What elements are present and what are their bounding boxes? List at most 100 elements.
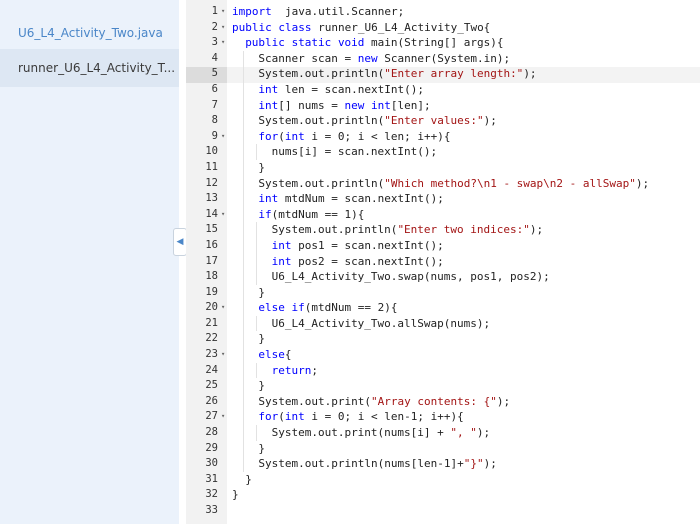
- line-number: 24: [205, 363, 218, 376]
- code-line[interactable]: 18 U6_L4_Activity_Two.swap(nums, pos1, po…: [186, 269, 700, 285]
- code-line[interactable]: 30 System.out.println(nums[len-1]+"}");: [186, 456, 700, 472]
- keyword-token: int: [258, 82, 279, 96]
- code-line[interactable]: 16 int pos1 = scan.nextInt();: [186, 237, 700, 254]
- line-number: 22: [205, 332, 218, 345]
- line-number: 5: [211, 67, 218, 80]
- file-tab-activity-two[interactable]: U6_L4_Activity_Two.java: [0, 14, 179, 52]
- indent-guide: [243, 253, 245, 270]
- line-number: 12: [205, 176, 218, 189]
- keyword-token: else: [258, 348, 285, 362]
- indent-guide: [243, 81, 245, 98]
- indent-guide: [243, 269, 245, 285]
- code-token: (: [278, 129, 285, 143]
- code-line[interactable]: 27 ▾ for(int i = 0; i < len-1; i++){: [186, 409, 700, 426]
- code-token: System.out.println(: [258, 114, 385, 128]
- code-token: Scanner(System.in);: [377, 51, 511, 65]
- fold-toggle-icon[interactable]: ▾: [221, 300, 229, 316]
- code-token: pos2 = scan.nextInt();: [291, 254, 444, 268]
- code-line[interactable]: 3 ▾ public static void main(String[] args)…: [186, 35, 700, 51]
- keyword-token: return: [271, 363, 312, 377]
- code-line[interactable]: 21 U6_L4_Activity_Two.allSwap(nums);: [186, 315, 700, 332]
- code-line[interactable]: 5 System.out.println("Enter array length:…: [186, 66, 700, 82]
- fold-toggle-icon[interactable]: ▾: [221, 129, 229, 145]
- code-text: System.out.println("Enter two indices:")…: [272, 222, 544, 238]
- code-line[interactable]: 6 int len = scan.nextInt();: [186, 81, 700, 98]
- code-lines[interactable]: 1 ▾ import java.util.Scanner; 2 ▾ public clas…: [186, 4, 700, 519]
- line-number: 9: [211, 129, 218, 142]
- code-line[interactable]: 33: [186, 503, 700, 519]
- code-line[interactable]: 12 System.out.println("Which method?\n1 -…: [186, 175, 700, 192]
- indent-guide: [243, 378, 245, 394]
- code-line[interactable]: 2 ▾ public class runner_U6_L4_Activity_Two…: [186, 20, 700, 36]
- code-token: i = 0; i < len; i++){: [304, 129, 451, 143]
- keyword-token: if: [258, 207, 272, 221]
- code-line[interactable]: 11}: [186, 159, 700, 176]
- keyword-token: int: [258, 192, 279, 206]
- code-line[interactable]: 26 System.out.print("Array contents: {");: [186, 393, 700, 410]
- indent-guide: [243, 128, 245, 145]
- fold-toggle-icon[interactable]: ▾: [221, 207, 229, 223]
- code-line[interactable]: 23 ▾ else{: [186, 347, 700, 363]
- code-editor[interactable]: 1 ▾ import java.util.Scanner; 2 ▾ public clas…: [186, 0, 700, 524]
- line-number: 18: [205, 270, 218, 283]
- fold-toggle-icon[interactable]: ▾: [221, 347, 229, 363]
- indent-guide: [256, 222, 258, 238]
- keyword-token: int: [271, 238, 292, 252]
- code-line[interactable]: 20 ▾ else if(mtdNum == 2){: [186, 300, 700, 316]
- code-text: public static void main(String[] args){: [245, 35, 503, 51]
- keyword-token: int: [284, 410, 305, 424]
- indent-guide: [243, 206, 245, 223]
- code-token: i = 0; i < len-1; i++){: [304, 410, 464, 424]
- code-line[interactable]: 28 System.out.print(nums[i] + ", ");: [186, 425, 700, 441]
- code-token: }: [258, 160, 266, 174]
- code-line[interactable]: 8 System.out.println("Enter values:");: [186, 113, 700, 129]
- code-text: for(int i = 0; i < len; i++){: [258, 129, 450, 145]
- code-line[interactable]: 4 Scanner scan = new Scanner(System.in);: [186, 50, 700, 67]
- line-number: 7: [211, 98, 218, 111]
- code-text: nums[i] = scan.nextInt();: [272, 144, 438, 160]
- code-token: }: [258, 285, 266, 299]
- line-number: 31: [205, 472, 218, 485]
- keyword-token: public: [232, 20, 272, 34]
- fold-toggle-icon[interactable]: ▾: [221, 4, 229, 20]
- code-token: System.out.println(: [258, 176, 385, 190]
- code-line[interactable]: 32}: [186, 487, 700, 503]
- fold-toggle-icon[interactable]: ▾: [221, 409, 229, 425]
- code-line[interactable]: 17 int pos2 = scan.nextInt();: [186, 253, 700, 270]
- code-line[interactable]: 9 ▾ for(int i = 0; i < len; i++){: [186, 128, 700, 145]
- fold-toggle-icon[interactable]: ▾: [221, 20, 229, 36]
- code-text: if(mtdNum == 1){: [258, 207, 364, 223]
- code-line[interactable]: 22}: [186, 331, 700, 348]
- code-text: int[] nums = new int[len];: [258, 98, 430, 114]
- collapse-sidebar-button[interactable]: ◀: [173, 228, 187, 256]
- keyword-token: int: [271, 254, 292, 268]
- code-token: runner_U6_L4_Activity_Two{: [311, 20, 491, 34]
- code-line[interactable]: 10 nums[i] = scan.nextInt();: [186, 144, 700, 160]
- code-line[interactable]: 19}: [186, 284, 700, 301]
- code-token: System.out.print(: [258, 394, 371, 408]
- indent-guide: [243, 144, 245, 160]
- code-token: );: [496, 394, 511, 408]
- code-line[interactable]: 25}: [186, 378, 700, 394]
- code-text: }: [232, 487, 239, 503]
- indent-guide: [243, 331, 245, 348]
- code-line[interactable]: 13 int mtdNum = scan.nextInt();: [186, 191, 700, 207]
- indent-guide: [256, 253, 258, 270]
- fold-toggle-icon[interactable]: ▾: [221, 35, 229, 51]
- code-line[interactable]: 7 int[] nums = new int[len];: [186, 97, 700, 114]
- code-line[interactable]: 24 return;: [186, 362, 700, 379]
- indent-guide: [256, 425, 258, 441]
- file-tab-runner[interactable]: runner_U6_L4_Activity_T...: [0, 49, 179, 87]
- keyword-token: public: [245, 36, 285, 50]
- code-line[interactable]: 14 ▾ if(mtdNum == 1){: [186, 206, 700, 223]
- code-line[interactable]: 1 ▾ import java.util.Scanner;: [186, 4, 700, 20]
- code-line[interactable]: 29}: [186, 440, 700, 457]
- line-number: 20: [205, 301, 218, 314]
- code-line[interactable]: 31}: [186, 472, 700, 488]
- code-line[interactable]: 15 System.out.println("Enter two indices:…: [186, 222, 700, 238]
- line-number: 6: [211, 82, 218, 95]
- code-token: pos1 = scan.nextInt();: [291, 238, 444, 252]
